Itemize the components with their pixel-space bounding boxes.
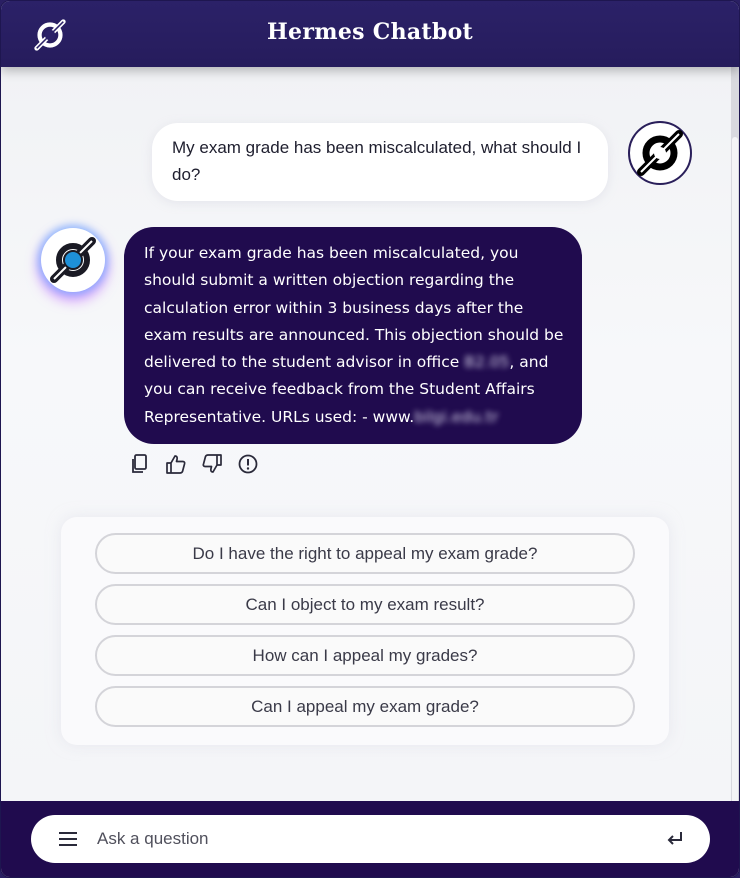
menu-icon[interactable] xyxy=(59,832,77,846)
bot-message-text: If your exam grade has been miscalculate… xyxy=(144,240,566,431)
thumbs-down-icon[interactable] xyxy=(201,453,223,475)
scrollbar[interactable] xyxy=(731,67,739,857)
bot-message: If your exam grade has been miscalculate… xyxy=(124,227,582,444)
user-avatar-icon xyxy=(637,130,683,176)
footer xyxy=(1,801,739,877)
copy-icon[interactable] xyxy=(129,453,151,475)
bot-avatar-icon xyxy=(50,237,96,283)
suggestion-button[interactable]: Do I have the right to appeal my exam gr… xyxy=(95,533,635,574)
thumbs-up-icon[interactable] xyxy=(165,453,187,475)
scrollbar-thumb[interactable] xyxy=(732,137,738,857)
user-avatar xyxy=(628,121,692,185)
suggestion-button[interactable]: Can I appeal my exam grade? xyxy=(95,686,635,727)
chatbot-window: Hermes Chatbot My exam grade has been mi… xyxy=(0,0,740,878)
suggestion-button[interactable]: Can I object to my exam result? xyxy=(95,584,635,625)
report-icon[interactable] xyxy=(237,453,259,475)
chat-area[interactable]: My exam grade has been miscalculated, wh… xyxy=(1,67,731,801)
message-actions xyxy=(129,453,269,475)
question-input[interactable] xyxy=(97,815,637,863)
user-message: My exam grade has been miscalculated, wh… xyxy=(152,123,608,201)
enter-icon[interactable] xyxy=(665,829,685,849)
header: Hermes Chatbot xyxy=(1,1,739,67)
redacted-office: B2.05 xyxy=(464,353,510,372)
suggestions-panel: Do I have the right to appeal my exam gr… xyxy=(61,517,669,745)
suggestion-button[interactable]: How can I appeal my grades? xyxy=(95,635,635,676)
input-bar xyxy=(31,815,710,863)
user-message-text: My exam grade has been miscalculated, wh… xyxy=(172,138,582,184)
page-title: Hermes Chatbot xyxy=(266,19,474,45)
redacted-url: bilgi.edu.tr xyxy=(414,407,499,426)
bot-avatar xyxy=(41,228,105,292)
